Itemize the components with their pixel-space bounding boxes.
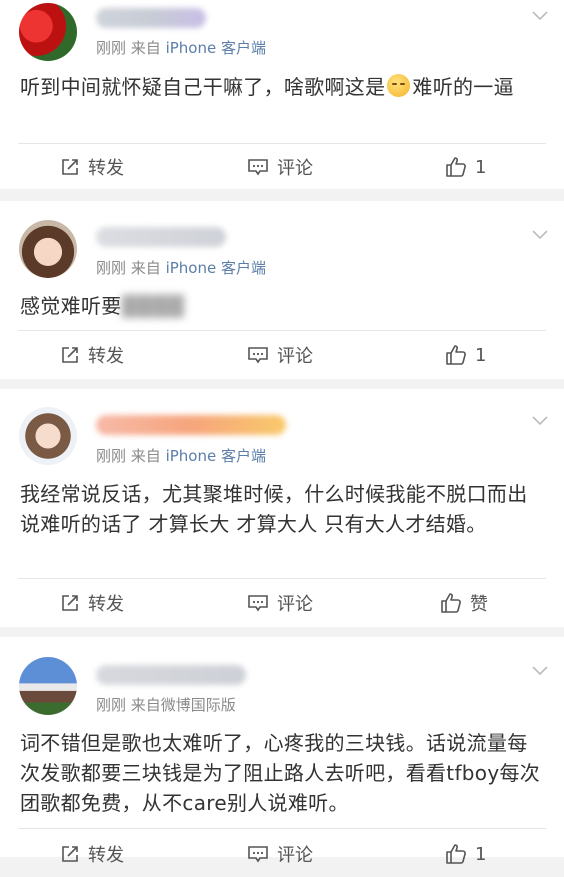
comment-icon (248, 347, 268, 364)
username-blurred[interactable] (96, 665, 246, 685)
comment-button[interactable]: 评论 (247, 580, 313, 626)
chevron-down-icon[interactable] (532, 415, 548, 427)
comment-icon (248, 846, 268, 863)
thumbs-up-icon (446, 844, 466, 864)
comment-text: 我经常说反话，尤其聚堆时候，什么时候我能不脱口而出说难听的话了 才算长大 才算大… (20, 479, 546, 539)
repost-icon (62, 159, 78, 175)
comment-text-part: 词不错但是歌也太难听了，心疼我的三块钱。话说流量每次发歌都要三块钱是为了阻止路人… (20, 731, 541, 815)
comment-card-3: 刚刚 来自 iPhone 客户端 我经常说反话，尤其聚堆时候，什么时候我能不脱口… (0, 389, 564, 627)
username-blurred[interactable] (96, 227, 226, 247)
action-bar: 转发 评论 1 (0, 831, 564, 877)
repost-button[interactable]: 转发 (60, 831, 124, 877)
post-time-source: 刚刚 来自 (96, 259, 161, 277)
comment-card-1: 刚刚 来自 iPhone 客户端 听到中间就怀疑自己干嘛了，啥歌啊这是 难听的一逼… (0, 0, 564, 189)
chevron-down-icon[interactable] (532, 229, 548, 241)
comment-card-2: 刚刚 来自 iPhone 客户端 感觉难听要▓▓▓▓ 转发 评论 1 (0, 201, 564, 379)
comment-text-part: 难听的一逼 (412, 75, 514, 99)
thumbs-up-icon (446, 345, 466, 365)
like-count: 1 (475, 344, 487, 366)
repost-label: 转发 (88, 346, 124, 367)
comment-text: 词不错但是歌也太难听了，心疼我的三块钱。话说流量每次发歌都要三块钱是为了阻止路人… (20, 728, 546, 818)
client-source-link[interactable]: iPhone 客户端 (166, 447, 266, 465)
avatar[interactable] (19, 407, 77, 465)
like-button[interactable]: 1 (445, 144, 486, 190)
thumbs-up-icon (446, 157, 466, 177)
client-source-link[interactable]: iPhone 客户端 (166, 39, 266, 57)
repost-button[interactable]: 转发 (60, 144, 124, 190)
comment-text: 听到中间就怀疑自己干嘛了，啥歌啊这是 难听的一逼 (20, 72, 546, 102)
comment-button[interactable]: 评论 (247, 831, 313, 877)
divider (18, 578, 546, 579)
repost-label: 转发 (88, 845, 124, 866)
repost-button[interactable]: 转发 (60, 580, 124, 626)
action-bar: 转发 评论 赞 (0, 580, 564, 626)
divider (18, 330, 546, 331)
action-bar: 转发 评论 1 (0, 144, 564, 190)
like-button[interactable]: 1 (445, 332, 486, 378)
like-count: 1 (475, 843, 487, 865)
repost-icon (62, 846, 78, 862)
post-meta: 刚刚 来自 iPhone 客户端 (96, 257, 266, 278)
repost-button[interactable]: 转发 (60, 332, 124, 378)
comment-text-part: 听到中间就怀疑自己干嘛了，啥歌啊这是 (20, 75, 386, 99)
post-time-source: 刚刚 来自微博国际版 (96, 696, 236, 714)
comment-label: 评论 (277, 158, 313, 179)
post-time-source: 刚刚 来自 (96, 447, 161, 465)
avatar[interactable] (19, 3, 77, 61)
chevron-down-icon[interactable] (532, 665, 548, 677)
avatar[interactable] (19, 220, 77, 278)
sleepy-face-emoji-icon (387, 74, 411, 97)
post-meta: 刚刚 来自 iPhone 客户端 (96, 37, 266, 58)
comment-text: 感觉难听要▓▓▓▓ (20, 291, 546, 321)
comment-text-part: 我经常说反话，尤其聚堆时候，什么时候我能不脱口而出说难听的话了 才算长大 才算大… (20, 482, 528, 536)
repost-label: 转发 (88, 594, 124, 615)
comment-label: 评论 (277, 845, 313, 866)
client-source-link[interactable]: iPhone 客户端 (166, 259, 266, 277)
repost-icon (62, 347, 78, 363)
post-meta: 刚刚 来自 iPhone 客户端 (96, 445, 266, 466)
post-meta: 刚刚 来自微博国际版 (96, 694, 236, 715)
blurred-text: ▓▓▓▓ (121, 294, 185, 318)
like-button[interactable]: 1 (445, 831, 486, 877)
username-blurred[interactable] (96, 8, 206, 28)
action-bar: 转发 评论 1 (0, 332, 564, 378)
comment-button[interactable]: 评论 (247, 332, 313, 378)
comment-card-4: 刚刚 来自微博国际版 词不错但是歌也太难听了，心疼我的三块钱。话说流量每次发歌都… (0, 637, 564, 866)
avatar[interactable] (19, 657, 77, 715)
post-time-source: 刚刚 来自 (96, 39, 161, 57)
like-label: 赞 (470, 594, 488, 615)
comment-label: 评论 (277, 346, 313, 367)
divider (18, 828, 546, 829)
comment-button[interactable]: 评论 (247, 144, 313, 190)
repost-label: 转发 (88, 158, 124, 179)
comment-icon (248, 595, 268, 612)
repost-icon (62, 595, 78, 611)
like-count: 1 (475, 156, 487, 178)
thumbs-up-icon (441, 593, 461, 613)
chevron-down-icon[interactable] (532, 10, 548, 22)
comment-icon (248, 159, 268, 176)
like-button[interactable]: 赞 (440, 580, 488, 626)
username-blurred[interactable] (96, 415, 286, 435)
comment-label: 评论 (277, 594, 313, 615)
comment-text-part: 感觉难听要 (20, 294, 122, 318)
